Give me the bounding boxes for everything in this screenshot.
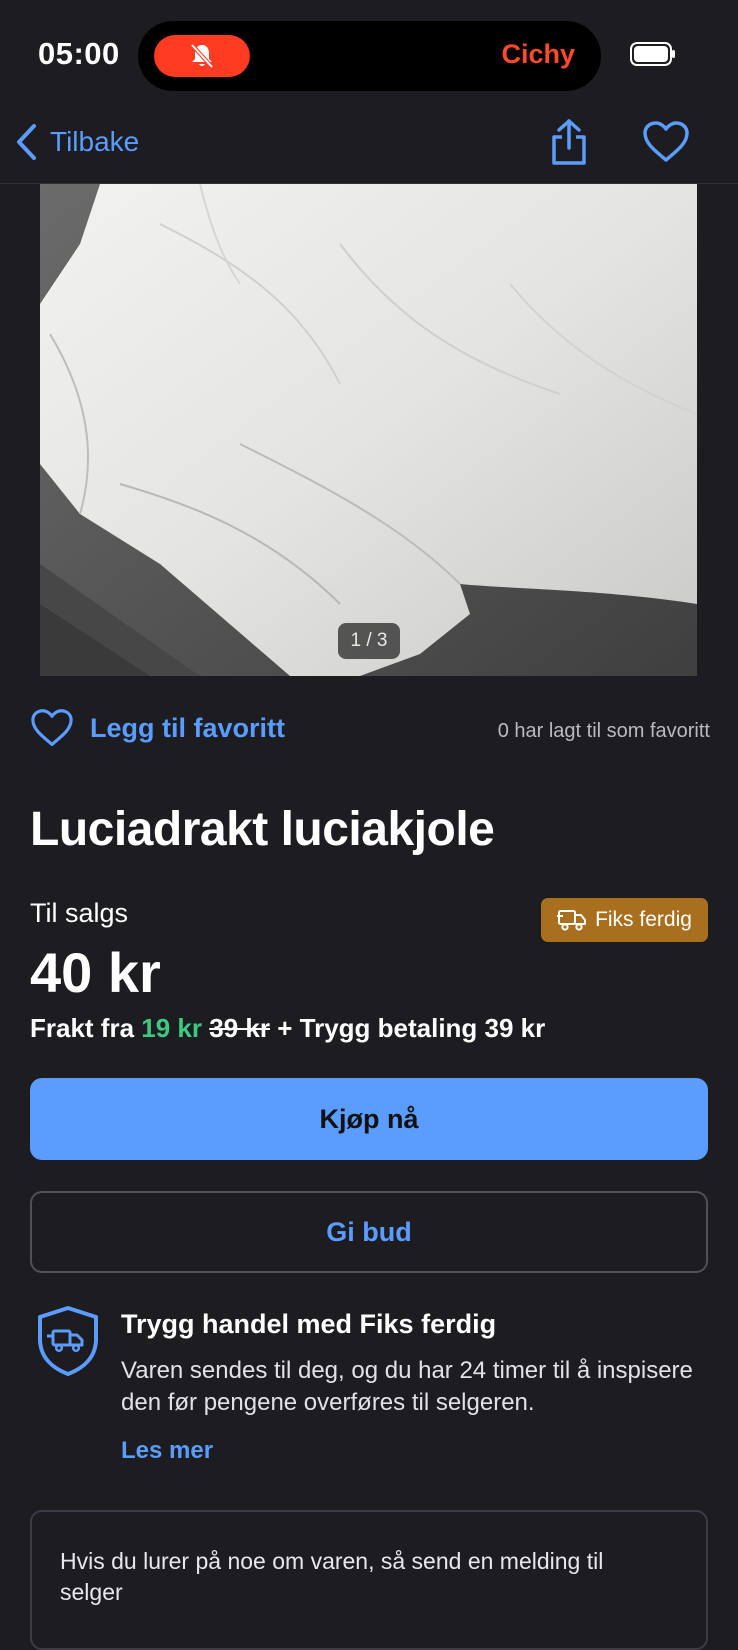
safe-trade-description: Varen sendes til deg, og du har 24 timer…: [121, 1357, 693, 1416]
buy-now-button[interactable]: Kjøp nå: [30, 1078, 708, 1160]
heart-icon: [643, 121, 689, 162]
shipping-suffix: + Trygg betaling 39 kr: [277, 1013, 546, 1043]
bell-slash-icon: [154, 35, 250, 77]
heart-icon: [31, 709, 73, 746]
dynamic-island: Cichy: [138, 21, 601, 91]
badge-label: Fiks ferdig: [595, 908, 692, 931]
favorite-row: Legg til favoritt 0 har lagt til som fav…: [30, 708, 710, 756]
favorite-button[interactable]: [642, 120, 690, 164]
listing-title: Luciadrakt luciakjole: [30, 803, 495, 856]
shipping-old-price: 39 kr: [209, 1013, 270, 1043]
product-photo[interactable]: [40, 184, 697, 676]
share-button[interactable]: [548, 118, 590, 166]
nav-bar: Tilbake: [0, 100, 738, 184]
photo-counter: 1 / 3: [338, 623, 400, 659]
message-seller-box[interactable]: Hvis du lurer på noe om varen, så send e…: [30, 1510, 708, 1650]
status-time: 05:00: [38, 36, 120, 71]
island-label: Cichy: [501, 39, 575, 69]
shipping-prefix: Frakt fra: [30, 1013, 135, 1043]
safe-trade-title: Trygg handel med Fiks ferdig: [121, 1309, 497, 1339]
shipping-info: Frakt fra 19 kr 39 kr + Trygg betaling 3…: [30, 1013, 545, 1044]
shield-icon: [36, 1305, 100, 1377]
shipping-price: 19 kr: [141, 1013, 203, 1043]
chevron-left-icon: [17, 124, 36, 160]
listing-status: Til salgs: [30, 898, 129, 928]
add-favorite-label: Legg til favoritt: [90, 712, 285, 743]
share-icon: [552, 119, 586, 165]
listing-price: 40 kr: [30, 941, 161, 1004]
delivery-truck-icon: [557, 910, 587, 931]
status-bar: 05:00 Cichy: [0, 0, 738, 100]
make-offer-button[interactable]: Gi bud: [30, 1191, 708, 1273]
fiks-ferdig-badge: Fiks ferdig: [541, 898, 708, 942]
read-more-link[interactable]: Les mer: [121, 1437, 213, 1465]
message-seller-text: Hvis du lurer på noe om varen, så send e…: [60, 1548, 604, 1605]
back-label: Tilbake: [50, 126, 140, 157]
battery-icon: [630, 42, 676, 66]
add-favorite-button[interactable]: Legg til favoritt: [30, 708, 285, 748]
back-button[interactable]: Tilbake: [14, 118, 139, 166]
favorite-count: 0 har lagt til som favoritt: [497, 720, 710, 742]
